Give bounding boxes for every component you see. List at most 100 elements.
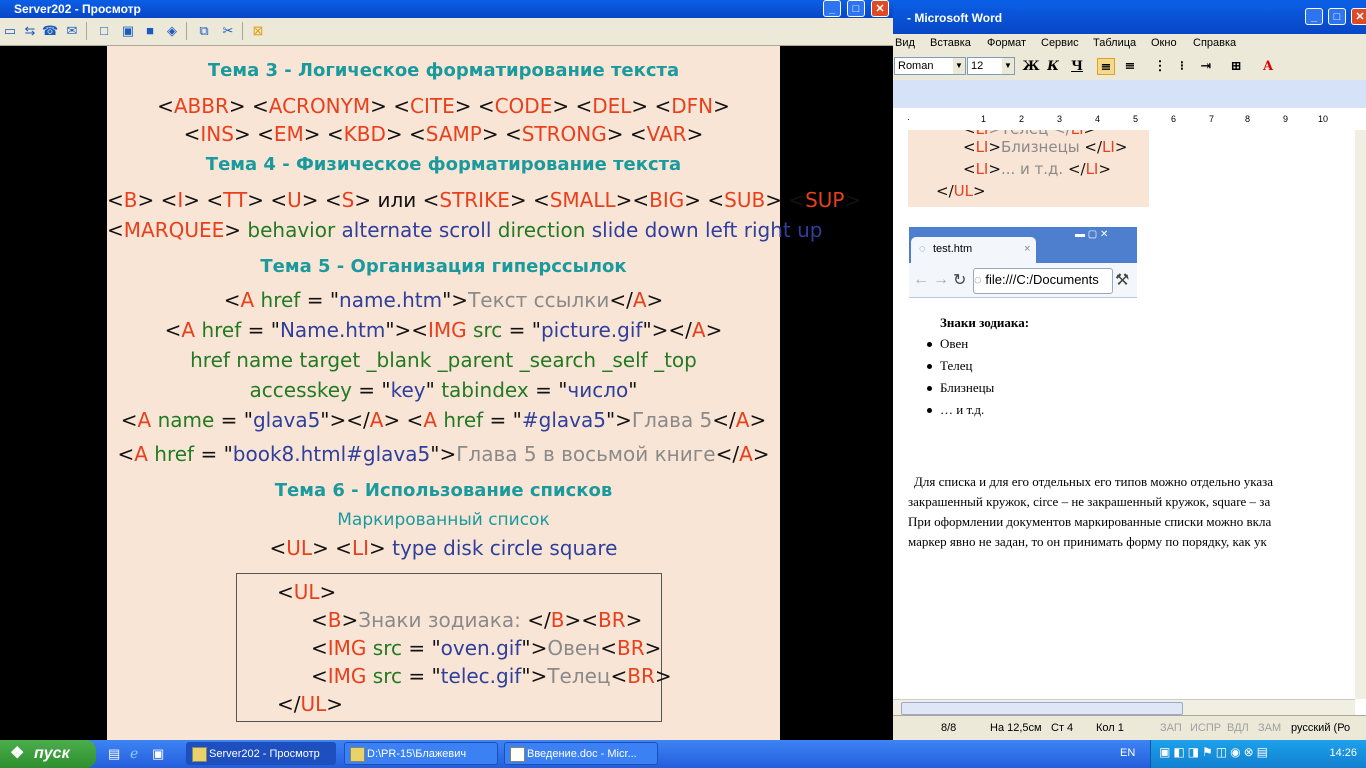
scroll-thumb[interactable] [901, 702, 1183, 715]
link-example-2: <A href = "Name.htm"><IMG src = "picture… [164, 318, 723, 342]
align-left-button[interactable]: ≡ [1097, 58, 1115, 75]
media-icon[interactable]: ▣ [152, 746, 164, 762]
marquee-line: <MARQUEE> behavior alternate scroll dire… [107, 218, 823, 242]
forward-icon: → [933, 271, 949, 288]
menu-insert[interactable]: Вставка [930, 37, 971, 49]
horizontal-ruler[interactable]: · 1 2 3 4 5 6 7 8 9 10 [893, 108, 1366, 131]
language-indicator[interactable]: EN [1120, 747, 1135, 759]
menu-view[interactable]: Вид [895, 37, 915, 49]
book-link-example: <A href = "book8.html#glava5">Глава 5 в … [117, 442, 770, 466]
font-size-value: 12 [971, 60, 984, 72]
status-rec[interactable]: ЗАП [1160, 722, 1182, 734]
phone-icon[interactable]: ☎ [42, 23, 58, 39]
chapter5-text: Глава 5 [631, 408, 713, 432]
numbered-list-button[interactable]: ⋮ [1151, 58, 1169, 75]
chevron-down-icon[interactable]: ▼ [1002, 58, 1014, 74]
fit-icon[interactable]: ▣ [120, 23, 136, 39]
align-center-button[interactable]: ≡ [1121, 58, 1139, 75]
viewer-title-bar[interactable]: Server202 - Просмотр _ □ ✕ [0, 0, 893, 18]
chevron-down-icon[interactable]: ▼ [953, 58, 965, 74]
logical-tags-line-2: <INS> <EM> <KBD> <SAMP> <STRONG> <VAR> [183, 122, 704, 146]
browser-heading: Знаки зодиака: [940, 315, 1030, 330]
toolbar-divider [86, 22, 87, 40]
card-ul-close: </UL> [936, 182, 986, 200]
taskbar-button-viewer[interactable]: Server202 - Просмотр [186, 742, 336, 765]
taskbar-label: Server202 - Просмотр [209, 748, 320, 760]
code-ul-close: </UL> [277, 692, 344, 716]
taskbar-button-folder[interactable]: D:\PR-15\Блажевич [344, 742, 498, 765]
browser-screenshot: ◌ test.htm × ▬ ▢ ✕ ← → ↻ ◌ file:///C:/Do… [909, 227, 1137, 420]
desktop-icon[interactable]: ▤ [108, 746, 120, 762]
oven-text: Овен [547, 636, 601, 660]
font-size-combo[interactable]: 12 ▼ [967, 57, 1015, 75]
font-name-value: Roman [898, 60, 934, 72]
copy-icon[interactable]: ⧉ [196, 23, 212, 39]
fullscreen-icon[interactable]: ■ [142, 23, 158, 39]
topic5-heading: Тема 5 - Организация гиперссылок [260, 256, 627, 277]
italic-button[interactable]: К [1044, 58, 1062, 75]
chat-icon[interactable]: ✉ [64, 23, 80, 39]
disconnect-icon[interactable]: ⊠ [250, 23, 266, 39]
underline-button[interactable]: Ч [1068, 58, 1086, 75]
taskbar-label: Введение.doc - Micr... [527, 748, 637, 760]
or-word: или [377, 188, 417, 212]
viewer-toolbar: ▭ ⇆ ☎ ✉ □ ▣ ■ ◈ ⧉ ✂ ⊠ [0, 18, 893, 46]
indent-button[interactable]: ⇥ [1197, 58, 1215, 75]
url-page-icon: ◌ [974, 272, 986, 287]
word-close-button[interactable]: ✕ [1351, 8, 1366, 25]
code-line-telec: <IMG src = "telec.gif">Телец<BR> [311, 664, 672, 688]
minimize-button[interactable]: _ [823, 0, 841, 17]
status-line: Ст 4 [1051, 722, 1074, 734]
menu-table[interactable]: Таблица [1093, 37, 1136, 49]
word-doc-icon [510, 747, 525, 762]
tools-icon[interactable]: ✂ [220, 23, 236, 39]
scale-icon[interactable]: ◈ [164, 23, 180, 39]
viewer-app-icon [192, 747, 207, 762]
bold-button[interactable]: Ж [1022, 58, 1040, 75]
topic6-heading: Тема 6 - Использование списков [274, 480, 613, 501]
tray-icons[interactable]: ▣◧◨⚑◫◉⊗▤ [1159, 745, 1271, 759]
transfer-icon[interactable]: ⇆ [22, 23, 38, 39]
menu-tools[interactable]: Сервис [1041, 37, 1079, 49]
card-line-etc: <LI>... и т.д. </LI> [963, 160, 1111, 178]
menu-format[interactable]: Формат [987, 37, 1026, 49]
code-image: <LI>Телец </LI> <LI>Близнецы </LI> <LI>.… [908, 130, 1149, 207]
horizontal-scrollbar[interactable] [893, 699, 1355, 716]
list-tags-line: <UL> <LI> type disk circle square [269, 536, 618, 560]
maximize-button[interactable]: □ [847, 0, 865, 17]
window-icon[interactable]: □ [96, 23, 112, 39]
zodiac-text: Знаки зодиака: [358, 608, 528, 632]
word-title-bar[interactable]: - Microsoft Word _ □ ✕ [893, 0, 1366, 34]
clock[interactable]: 14:26 [1329, 747, 1357, 759]
toolbar-band [893, 80, 1366, 108]
screen-icon[interactable]: ▭ [2, 23, 18, 39]
system-tray: ▣◧◨⚑◫◉⊗▤ 14:26 [1150, 740, 1366, 768]
viewer-window: Server202 - Просмотр _ □ ✕ ▭ ⇆ ☎ ✉ □ ▣ ■… [0, 0, 893, 740]
physical-tags-line: <B> <I> <TT> <U> <S> или <STRIKE> <SMALL… [107, 188, 862, 212]
toolbar-divider [242, 22, 243, 40]
status-ext[interactable]: ВДЛ [1227, 722, 1249, 734]
document-area[interactable]: <LI>Телец </LI> <LI>Близнецы </LI> <LI>.… [893, 130, 1355, 699]
bullet-list-button[interactable]: ⁝ [1173, 58, 1191, 75]
close-button[interactable]: ✕ [871, 0, 889, 17]
font-name-combo[interactable]: Roman ▼ [894, 57, 966, 75]
word-maximize-button[interactable]: □ [1328, 8, 1346, 25]
tab-close-icon: × [1024, 243, 1031, 255]
menu-window[interactable]: Окно [1151, 37, 1177, 49]
vertical-scrollbar[interactable] [1355, 130, 1366, 699]
taskbar: ❖ пуск ▤ ℯ ▣ Server202 - Просмотр D:\PR-… [0, 740, 1366, 768]
paragraph-line-2: закрашенный кружок, circe – не закрашенн… [908, 494, 1271, 509]
card-line-telec: <LI>Телец </LI> [963, 130, 1096, 138]
start-button[interactable]: ❖ пуск [0, 740, 96, 768]
status-ovr[interactable]: ЗАМ [1258, 722, 1281, 734]
ie-icon[interactable]: ℯ [130, 745, 138, 762]
menu-help[interactable]: Справка [1193, 37, 1236, 49]
font-color-button[interactable]: A [1259, 58, 1277, 75]
viewer-title: Server202 - Просмотр [14, 2, 141, 16]
code-line-oven: <IMG src = "oven.gif">Овен<BR> [311, 636, 662, 660]
code-ul-open: <UL> [277, 580, 337, 604]
borders-button[interactable]: ⊞ [1227, 58, 1245, 75]
status-trk[interactable]: ИСПР [1190, 722, 1221, 734]
word-minimize-button[interactable]: _ [1305, 8, 1323, 25]
taskbar-button-word[interactable]: Введение.doc - Micr... [504, 742, 658, 765]
